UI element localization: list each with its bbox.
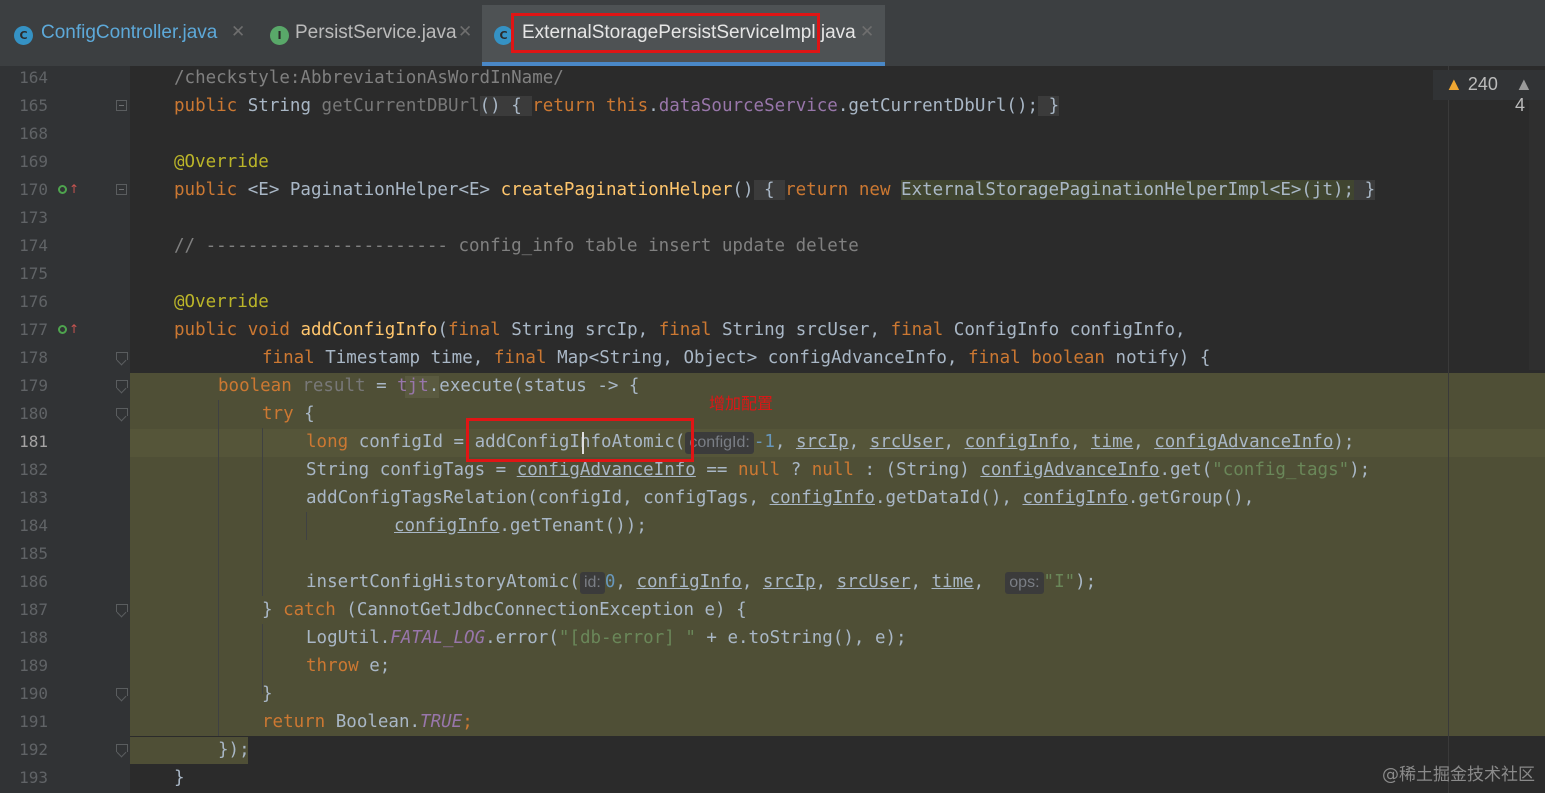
code-line-186: insertConfigHistoryAtomic(id: 0, configIn… [306,572,1097,594]
code-line-169: @Override [174,152,269,172]
code-line-188: LogUtil.FATAL_LOG.error("[db-error] " + … [306,628,907,648]
inspection-widget[interactable]: ▲ 240 ▲ 4 [1433,70,1545,115]
line-number[interactable]: 165 [0,92,48,120]
close-icon[interactable]: ✕ [458,22,472,42]
warning-count-b[interactable]: ▲ 4 [1515,74,1545,116]
line-number[interactable]: 193 [0,764,48,792]
line-number[interactable]: 164 [0,64,48,92]
code-line-176: @Override [174,292,269,312]
code-line-181: long configId = addConfigInfoAtomic(conf… [306,432,1355,454]
code-line-177: public void addConfigInfo(final String s… [174,320,1186,340]
tab-highlight-box [511,13,820,53]
watermark: @稀土掘金技术社区 [1382,765,1535,785]
editor-tab-bar: C ConfigController.java ✕ I PersistServi… [0,0,1545,66]
fold-toggle-icon[interactable] [116,744,128,756]
line-number[interactable]: 168 [0,120,48,148]
parameter-hint: configId: [685,432,754,454]
code-line-165: public String getCurrentDBUrl() { return… [174,96,1060,116]
code-line-189: throw e; [306,656,391,676]
implements-icon[interactable]: ↑ [58,322,79,337]
line-number[interactable]: 188 [0,624,48,652]
close-icon[interactable]: ✕ [231,22,245,42]
line-number[interactable]: 187 [0,596,48,624]
line-number[interactable]: 186 [0,568,48,596]
code-line-193: } [174,768,185,788]
fold-toggle-icon[interactable] [116,380,128,392]
fold-toggle-icon[interactable] [116,352,128,364]
line-number[interactable]: 178 [0,344,48,372]
error-stripe[interactable] [1529,100,1545,370]
line-number[interactable]: 190 [0,680,48,708]
fold-toggle-icon[interactable] [116,100,127,111]
code-line-191: return Boolean.TRUE; [262,712,473,732]
implements-icon[interactable]: ↑ [58,182,79,197]
fold-toggle-icon[interactable] [116,604,128,616]
line-number[interactable]: 191 [0,708,48,736]
tab-config-controller[interactable]: C ConfigController.java ✕ [0,0,255,66]
code-line-180: try { [262,404,315,424]
warning-count-a[interactable]: ▲ 240 [1445,74,1498,95]
line-number[interactable]: 177 [0,316,48,344]
line-number[interactable]: 184 [0,512,48,540]
code-line-179: boolean result = tjt.execute(status -> { [218,376,640,396]
code-line-174: // ----------------------- config_info t… [174,236,859,256]
line-number[interactable]: 174 [0,232,48,260]
line-number[interactable]: 183 [0,484,48,512]
parameter-hint: ops: [1005,572,1044,594]
line-number[interactable]: 189 [0,652,48,680]
line-number[interactable]: 182 [0,456,48,484]
warning-icon: ▲ [1445,74,1463,94]
class-icon: C [14,26,33,45]
code-line-190: } [262,684,273,704]
interface-icon: I [270,26,289,45]
line-number[interactable]: 170 [0,176,48,204]
code-line-187: } catch (CannotGetJdbcConnectionExceptio… [262,600,747,620]
weak-warning-icon: ▲ [1515,74,1533,94]
tab-label: ConfigController.java [41,22,218,43]
method-highlight-box [466,418,694,462]
code-line-178: final Timestamp time, final Map<String, … [262,348,1211,368]
code-line-164: /checkstyle:AbbreviationAsWordInName/ [174,68,564,88]
annotation-label: 增加配置 [709,394,774,413]
line-number[interactable]: 185 [0,540,48,568]
line-number[interactable]: 179 [0,372,48,400]
code-line-192: }); [218,740,250,760]
line-number[interactable]: 169 [0,148,48,176]
tab-label: PersistService.java [295,22,457,43]
code-line-170: public <E> PaginationHelper<E> createPag… [174,180,1376,200]
tab-persist-service[interactable]: I PersistService.java ✕ [260,0,480,66]
fold-toggle-icon[interactable] [116,688,128,700]
code-line-184: configInfo.getTenant()); [394,516,647,536]
line-number[interactable]: 175 [0,260,48,288]
line-number[interactable]: 176 [0,288,48,316]
fold-toggle-icon[interactable] [116,408,128,420]
close-icon[interactable]: ✕ [860,22,874,42]
line-number[interactable]: 180 [0,400,48,428]
code-line-183: addConfigTagsRelation(configId, configTa… [306,488,1255,508]
line-number[interactable]: 173 [0,204,48,232]
fold-toggle-icon[interactable] [116,184,127,195]
line-number[interactable]: 181 [0,428,48,456]
line-number[interactable]: 192 [0,736,48,764]
parameter-hint: id: [579,572,605,594]
